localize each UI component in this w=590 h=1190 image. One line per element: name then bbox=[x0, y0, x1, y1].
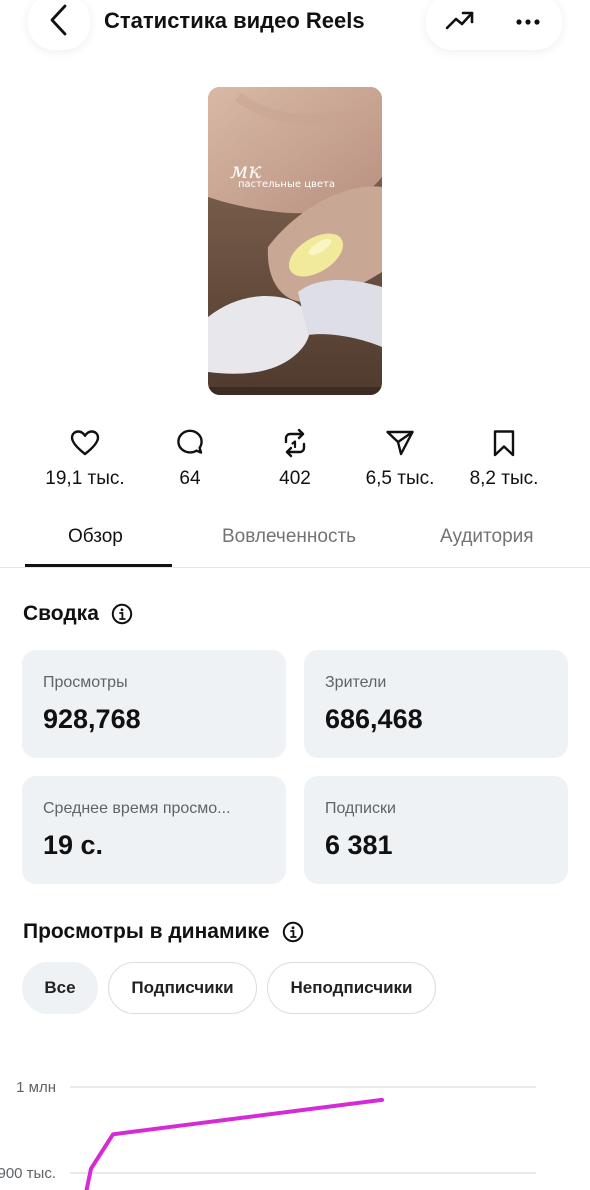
trending-up-icon bbox=[445, 9, 475, 36]
summary-heading: Сводка bbox=[23, 602, 133, 626]
header-actions bbox=[426, 0, 562, 50]
metric-saves-value: 8,2 тыс. bbox=[469, 468, 539, 489]
metric-saves: 8,2 тыс. bbox=[454, 428, 554, 490]
share-icon bbox=[385, 429, 415, 462]
metric-reposts-value: 402 bbox=[279, 468, 311, 489]
chip-all[interactable]: Все bbox=[22, 962, 98, 1014]
chip-non-followers[interactable]: Неподписчики bbox=[267, 962, 436, 1014]
reel-thumbnail-image bbox=[208, 87, 382, 395]
metric-likes: 19,1 тыс. bbox=[35, 428, 135, 490]
chart-series-line bbox=[84, 1097, 384, 1190]
card-avg-watch-time-value: 19 с. bbox=[43, 830, 104, 860]
metric-shares-value: 6,5 тыс. bbox=[365, 468, 435, 489]
card-views[interactable]: Просмотры 928,768 bbox=[22, 650, 286, 758]
chevron-left-icon bbox=[48, 3, 70, 42]
reel-thumbnail[interactable]: мк пастельные цвета bbox=[208, 87, 382, 395]
dynamics-title: Просмотры в динамике bbox=[23, 920, 270, 943]
bookmark-icon bbox=[492, 429, 516, 462]
card-follows-label: Подписки bbox=[325, 800, 396, 817]
card-follows[interactable]: Подписки 6 381 bbox=[304, 776, 568, 884]
chip-followers[interactable]: Подписчики bbox=[108, 962, 257, 1014]
info-icon[interactable] bbox=[111, 603, 133, 625]
comment-icon bbox=[175, 428, 205, 463]
card-viewers-label: Зрители bbox=[325, 674, 387, 691]
card-viewers-value: 686,468 bbox=[325, 704, 423, 734]
thumbnail-caption: мк пастельные цвета bbox=[230, 159, 335, 190]
repost-icon bbox=[281, 428, 309, 463]
active-tab-indicator bbox=[25, 564, 172, 567]
views-dynamics-chart: 1 млн 900 тыс. bbox=[0, 1060, 590, 1190]
card-follows-value: 6 381 bbox=[325, 830, 393, 860]
stats-tabs: Обзор Вовлеченность Аудитория bbox=[0, 520, 590, 568]
card-viewers[interactable]: Зрители 686,468 bbox=[304, 650, 568, 758]
metric-likes-value: 19,1 тыс. bbox=[45, 468, 125, 489]
dynamics-heading: Просмотры в динамике bbox=[23, 920, 304, 944]
reel-metrics: 19,1 тыс. 64 402 6,5 тыс. 8,2 тыс. bbox=[0, 428, 590, 498]
top-bar: Статистика видео Reels bbox=[0, 0, 590, 60]
page-title: Статистика видео Reels bbox=[104, 8, 365, 33]
card-views-label: Просмотры bbox=[43, 674, 128, 691]
chart-y-tick-label: 900 тыс. bbox=[0, 1165, 56, 1182]
metric-comments: 64 bbox=[140, 428, 240, 490]
back-button[interactable] bbox=[28, 0, 90, 50]
summary-title: Сводка bbox=[23, 602, 99, 625]
more-horizontal-icon bbox=[515, 13, 541, 31]
tab-overview[interactable]: Обзор bbox=[68, 526, 123, 548]
chart-y-tick-label: 1 млн bbox=[16, 1079, 56, 1096]
thumbnail-caption-text: пастельные цвета bbox=[238, 179, 335, 190]
card-views-value: 928,768 bbox=[43, 704, 141, 734]
card-avg-watch-time-label: Среднее время просмо... bbox=[43, 800, 231, 817]
metric-shares: 6,5 тыс. bbox=[350, 428, 450, 490]
tab-engagement[interactable]: Вовлеченность bbox=[222, 526, 356, 548]
more-button[interactable] bbox=[494, 0, 562, 50]
views-chart-svg: 1 млн 900 тыс. bbox=[0, 1079, 536, 1190]
card-avg-watch-time[interactable]: Среднее время просмо... 19 с. bbox=[22, 776, 286, 884]
metric-comments-value: 64 bbox=[179, 468, 201, 489]
tab-audience[interactable]: Аудитория bbox=[440, 526, 534, 548]
metric-reposts: 402 bbox=[245, 428, 345, 490]
info-icon[interactable] bbox=[282, 921, 304, 943]
heart-icon bbox=[70, 429, 100, 462]
trend-button[interactable] bbox=[426, 0, 494, 50]
